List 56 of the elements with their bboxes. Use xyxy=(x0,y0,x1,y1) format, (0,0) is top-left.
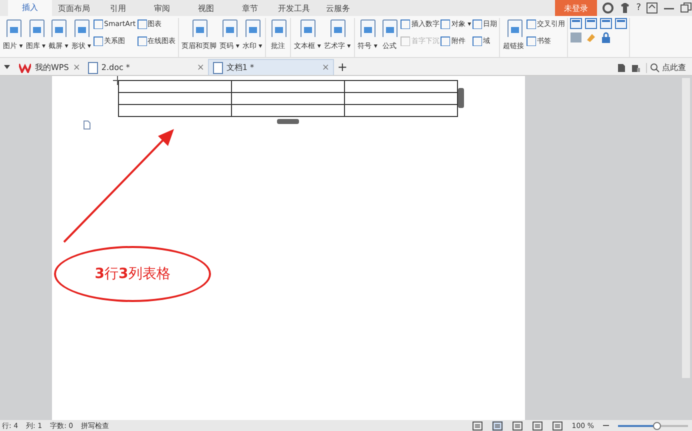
document-icon xyxy=(380,19,398,37)
menu-tab[interactable]: 视图 xyxy=(184,0,228,16)
search-field[interactable]: 点此查 xyxy=(646,62,692,72)
document-icon xyxy=(220,19,238,37)
vertical-scrollbar[interactable] xyxy=(682,78,690,378)
lock-icon[interactable] xyxy=(600,32,612,43)
menu-tab[interactable]: 云服务 xyxy=(316,0,360,16)
document-icon xyxy=(49,19,68,37)
window-icon[interactable] xyxy=(646,2,658,14)
document-icon xyxy=(4,19,22,37)
document-tab[interactable]: 2.doc * × xyxy=(84,60,208,75)
close-button[interactable]: × xyxy=(322,62,330,72)
close-button[interactable]: × xyxy=(196,62,204,72)
document-icon xyxy=(88,62,98,74)
view-mode-icon[interactable] xyxy=(472,420,483,430)
document-icon xyxy=(358,19,376,37)
document-icon xyxy=(328,19,346,37)
layout-icon[interactable] xyxy=(600,18,612,29)
document-icon xyxy=(72,19,90,37)
shirt-icon[interactable] xyxy=(619,2,632,14)
layout-icon[interactable] xyxy=(585,18,598,29)
add-row-handle[interactable] xyxy=(277,119,299,124)
document-icon xyxy=(190,19,208,37)
help-button[interactable]: ? xyxy=(636,3,641,13)
close-button[interactable]: × xyxy=(72,62,80,72)
menu-tab[interactable]: 引用 xyxy=(96,0,140,16)
menu-tab[interactable]: 章节 xyxy=(228,0,272,16)
layout-icon[interactable] xyxy=(570,18,582,29)
page-icon[interactable] xyxy=(631,62,641,72)
logo-icon xyxy=(19,62,31,72)
menu-tab[interactable]: 开发工具 xyxy=(272,0,316,16)
document-tab[interactable]: 文档1 * × xyxy=(208,59,334,75)
document-icon xyxy=(504,19,523,37)
annotation-text: 3行3列表格 xyxy=(94,265,170,283)
view-mode-icon[interactable] xyxy=(512,420,523,430)
document-icon xyxy=(213,62,224,74)
document-icon xyxy=(243,19,262,37)
zoom-slider-thumb[interactable] xyxy=(652,422,660,430)
caret-icon[interactable] xyxy=(3,63,11,71)
document-icon xyxy=(298,19,316,37)
view-mode-icon[interactable] xyxy=(492,420,503,430)
paragraph-icon[interactable] xyxy=(82,120,92,130)
add-column-handle[interactable] xyxy=(458,88,464,108)
search-icon xyxy=(650,62,660,72)
document-icon xyxy=(269,19,288,37)
document-tab[interactable]: 我的WPS × xyxy=(15,60,84,75)
menu-tab[interactable]: 插入 xyxy=(8,0,52,16)
view-mode-icon[interactable] xyxy=(552,420,563,430)
document-icon[interactable] xyxy=(616,62,626,72)
restore-icon[interactable] xyxy=(680,2,692,14)
layout-icon[interactable] xyxy=(615,18,628,29)
new-tab-button[interactable]: + xyxy=(337,60,348,74)
document-icon xyxy=(26,19,45,37)
menu-tab[interactable]: 页面布局 xyxy=(52,0,96,16)
view-mode-icon[interactable] xyxy=(532,420,543,430)
menu-tab[interactable]: 审阅 xyxy=(140,0,184,16)
